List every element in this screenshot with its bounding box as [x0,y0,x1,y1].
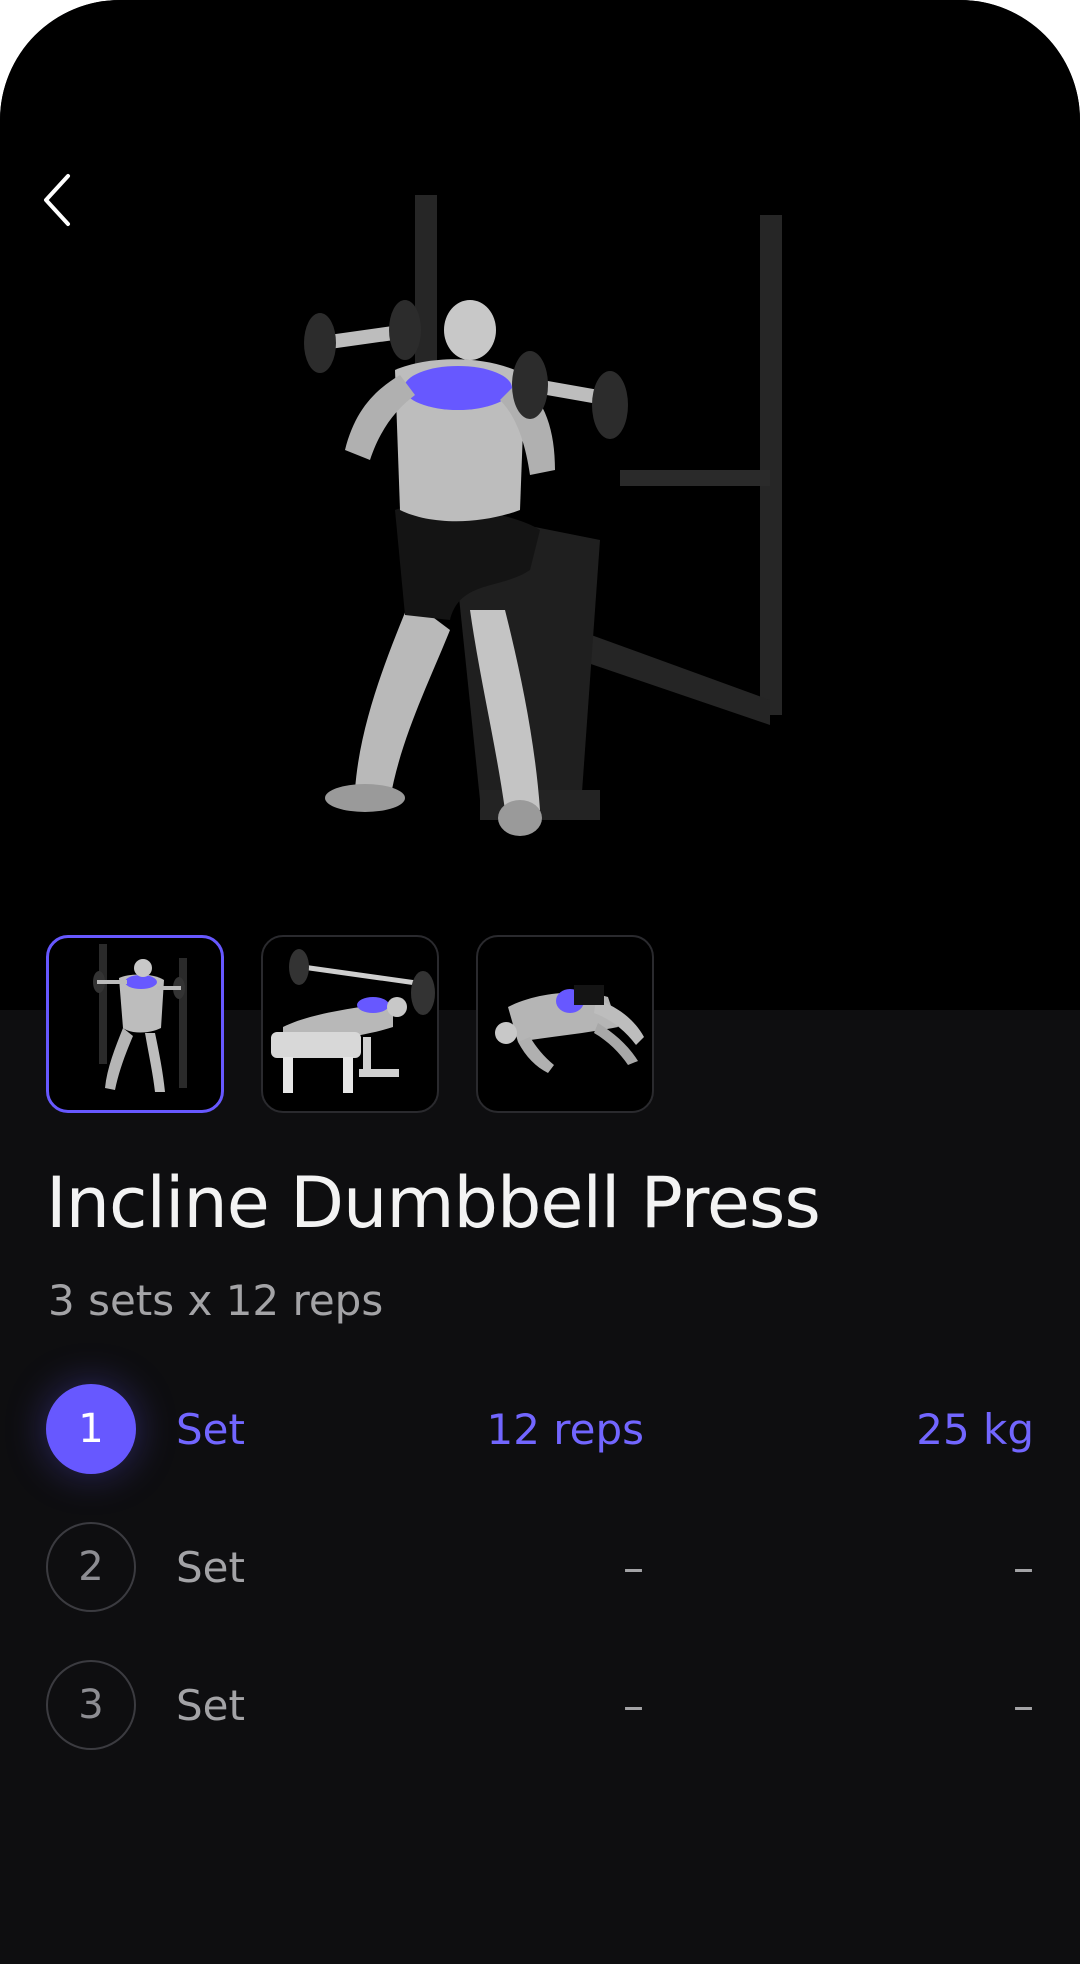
back-button[interactable] [36,168,84,232]
set-label: Set [176,1680,245,1730]
set-label: Set [176,1542,245,1592]
set-reps: – [623,1542,644,1592]
exercise-summary: 3 sets x 12 reps [48,1276,384,1325]
set-reps: – [623,1680,644,1730]
set-weight: – [1013,1680,1034,1730]
set-row-2[interactable]: 2 Set – – [46,1520,1034,1614]
set-row-3[interactable]: 3 Set – – [46,1658,1034,1752]
set-weight: 25 kg [916,1404,1034,1454]
set-weight: – [1013,1542,1034,1592]
barbell-bench-press-thumbnail-image [271,949,435,1093]
thumbnail-floor-exercise[interactable] [476,935,654,1113]
floor-exercise-thumbnail-image [495,985,644,1073]
chevron-left-icon [44,174,70,226]
exercise-detail-screen: Incline Dumbbell Press 3 sets x 12 reps … [0,0,1080,1964]
incline-dumbbell-press-illustration [304,195,782,836]
incline-dumbbell-press-thumbnail-image [93,944,187,1092]
set-reps: 12 reps [486,1404,644,1454]
set-row-1[interactable]: 1 Set 12 reps 25 kg [46,1382,1034,1476]
set-label: Set [176,1404,245,1454]
set-number-badge: 2 [46,1522,136,1612]
set-number-badge: 1 [46,1384,136,1474]
hero-area [0,0,1080,1010]
thumbnail-incline-dumbbell-press[interactable] [46,935,224,1113]
sets-list: 1 Set 12 reps 25 kg 2 Set – – 3 Set – – [46,1382,1034,1796]
set-number-badge: 3 [46,1660,136,1750]
exercise-title: Incline Dumbbell Press [46,1162,821,1244]
exercise-thumbnail-strip [46,935,654,1113]
thumbnail-barbell-bench-press[interactable] [261,935,439,1113]
